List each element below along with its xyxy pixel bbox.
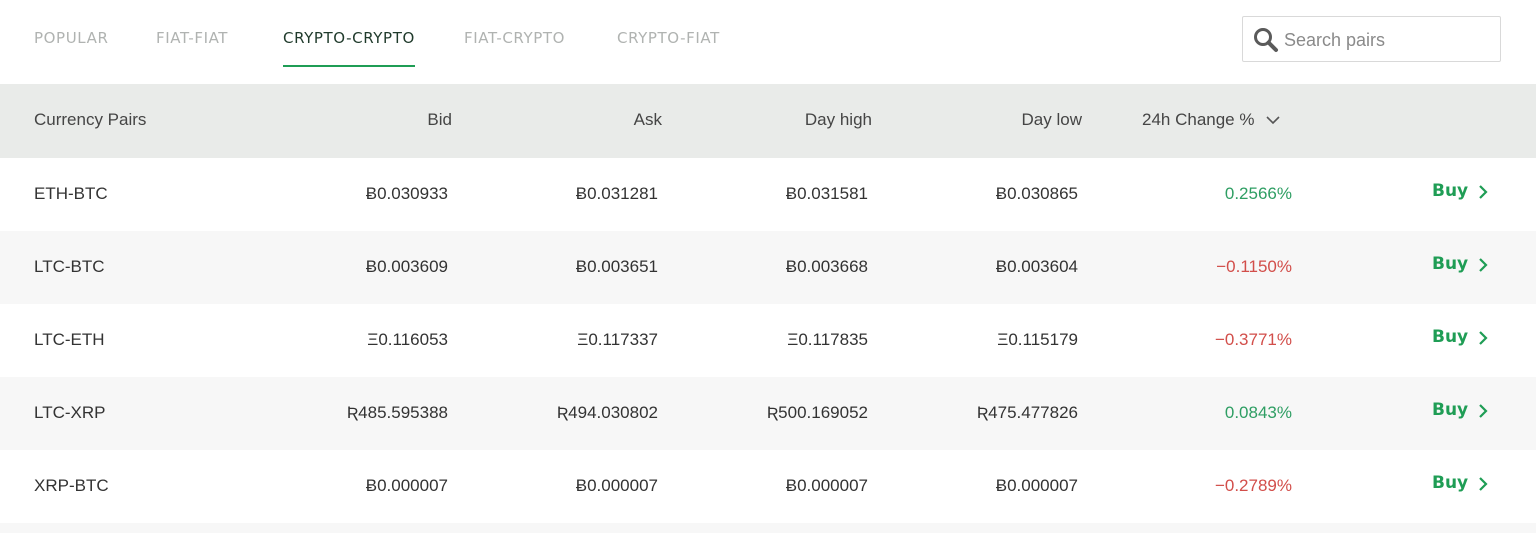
buy-label: Buy [1432,254,1469,274]
ask-value: Ξ0.117337 [577,330,658,349]
tab-crypto-fiat[interactable]: CRYPTO-FIAT [617,29,720,67]
column-header-bid: Bid [427,110,452,129]
day-low-value: Ƀ0.030865 [995,184,1078,203]
pair-name: LTC-BTC [34,257,105,276]
day-high-value: Ξ0.117835 [787,330,868,349]
buy-label: Buy [1432,327,1469,347]
search-input[interactable] [1284,27,1489,53]
buy-button[interactable]: Buy [1432,327,1488,353]
day-low-value: Ʀ475.477826 [976,403,1078,422]
search-icon [1254,28,1278,52]
day-high-value: Ƀ0.000007 [785,476,868,495]
pair-name: LTC-XRP [34,403,106,422]
pair-name: XRP-BTC [34,476,109,495]
buy-button[interactable]: Buy [1432,254,1488,280]
tab-crypto-crypto[interactable]: CRYPTO-CRYPTO [283,29,415,67]
buy-label: Buy [1432,473,1469,493]
column-header-change[interactable]: 24h Change % [1142,110,1254,130]
day-high-value: Ƀ0.031581 [785,184,868,203]
buy-label: Buy [1432,400,1469,420]
change-value: 0.0843% [1224,403,1292,422]
column-header-ask: Ask [633,110,662,129]
bid-value: Ƀ0.030933 [365,184,448,203]
ask-value: Ƀ0.003651 [575,257,658,276]
day-low-value: Ƀ0.003604 [995,257,1078,276]
tab-fiat-crypto[interactable]: FIAT-CRYPTO [464,29,565,67]
column-header-pair: Currency Pairs [34,110,147,129]
buy-button[interactable]: Buy [1432,181,1488,207]
table-header: Currency Pairs Bid Ask Day high Day low … [0,84,1536,158]
chevron-right-icon [1479,185,1488,199]
search-box[interactable] [1242,16,1501,62]
day-high-value: Ʀ500.169052 [766,403,868,422]
chevron-right-icon [1479,258,1488,272]
table-row: LTC-ETH Ξ0.116053 Ξ0.117337 Ξ0.117835 Ξ0… [0,304,1536,377]
chevron-right-icon [1479,477,1488,491]
chevron-down-icon[interactable] [1266,115,1280,125]
buy-button[interactable]: Buy [1432,473,1488,499]
buy-label: Buy [1432,181,1469,201]
pair-name: ETH-BTC [34,184,108,203]
chevron-right-icon [1479,331,1488,345]
bid-value: Ƀ0.000007 [365,476,448,495]
bid-value: Ƀ0.003609 [365,257,448,276]
buy-button[interactable]: Buy [1432,400,1488,426]
day-low-value: Ξ0.115179 [997,330,1078,349]
ask-value: Ʀ494.030802 [556,403,658,422]
column-header-day-high: Day high [804,110,872,129]
chevron-right-icon [1479,404,1488,418]
change-value: −0.2789% [1214,476,1292,495]
change-value: −0.1150% [1216,257,1292,276]
change-value: 0.2566% [1224,184,1292,203]
table-row-partial [0,523,1536,533]
table-row: ETH-BTC Ƀ0.030933 Ƀ0.031281 Ƀ0.031581 Ƀ0… [0,158,1536,231]
day-high-value: Ƀ0.003668 [785,257,868,276]
day-low-value: Ƀ0.000007 [995,476,1078,495]
pair-name: LTC-ETH [34,330,105,349]
change-value: −0.3771% [1214,330,1292,349]
ask-value: Ƀ0.000007 [575,476,658,495]
tab-fiat-fiat[interactable]: FIAT-FIAT [156,29,228,67]
pair-category-tabs: POPULAR FIAT-FIAT CRYPTO-CRYPTO FIAT-CRY… [0,0,1536,84]
tab-popular[interactable]: POPULAR [34,29,108,67]
ask-value: Ƀ0.031281 [575,184,658,203]
table-row: LTC-XRP Ʀ485.595388 Ʀ494.030802 Ʀ500.169… [0,377,1536,450]
bid-value: Ξ0.116053 [367,330,448,349]
table-row: LTC-BTC Ƀ0.003609 Ƀ0.003651 Ƀ0.003668 Ƀ0… [0,231,1536,304]
column-header-day-low: Day low [1021,110,1082,129]
table-row: XRP-BTC Ƀ0.000007 Ƀ0.000007 Ƀ0.000007 Ƀ0… [0,450,1536,523]
bid-value: Ʀ485.595388 [346,403,448,422]
